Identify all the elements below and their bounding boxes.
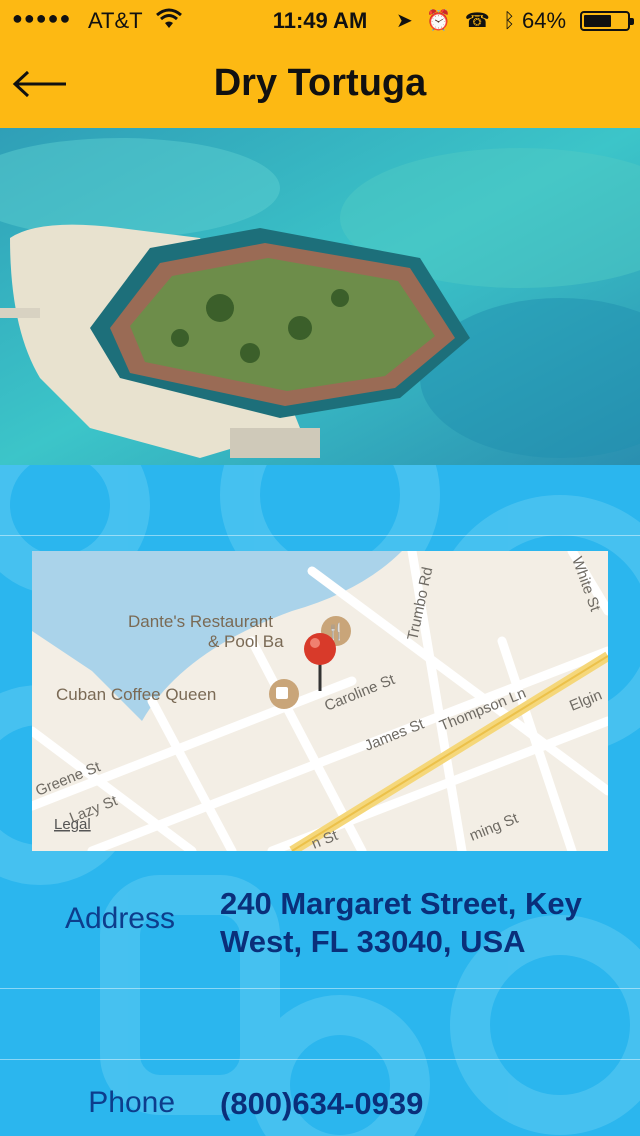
divider: [0, 988, 640, 989]
phone-value[interactable]: (800)634-0939: [220, 1085, 423, 1123]
details-panel: Caroline St James St Thompson Ln Trumbo …: [0, 465, 640, 1136]
address-label: Address: [64, 902, 175, 935]
divider: [0, 1059, 640, 1060]
tty-icon: ☎: [464, 10, 490, 32]
hero-photo-fort: [0, 128, 640, 465]
nav-header: ●●●●● AT&T 11:49 AM ➤ ⏰ ☎ ᛒ 64% Dry Tort…: [0, 0, 640, 128]
poi-label-cuban-coffee: Cuban Coffee Queen: [56, 685, 216, 704]
status-bar: ●●●●● AT&T 11:49 AM ➤ ⏰ ☎ ᛒ 64%: [0, 0, 640, 40]
battery-percent: 64%: [522, 8, 567, 33]
bluetooth-icon: ᛒ: [503, 10, 516, 32]
alarm-icon: ⏰: [426, 10, 452, 32]
poi-label-dantes-2: & Pool Ba: [208, 632, 284, 651]
phone-label: Phone: [88, 1086, 175, 1119]
address-line-2: West, FL 33040, USA: [220, 924, 526, 959]
page-title: Dry Tortuga: [213, 62, 427, 104]
location-map[interactable]: Caroline St James St Thompson Ln Trumbo …: [32, 551, 608, 851]
address-line-1: 240 Margaret Street, Key: [220, 886, 582, 921]
battery-level: [584, 15, 611, 27]
coffee-icon[interactable]: [269, 679, 299, 709]
poi-label-dantes: Dante's Restaurant: [128, 612, 273, 631]
map-legal-link[interactable]: Legal: [54, 816, 91, 833]
location-arrow-icon: ➤: [396, 10, 413, 32]
address-value[interactable]: 240 Margaret Street, Key West, FL 33040,…: [220, 885, 582, 961]
battery-icon: [580, 11, 634, 31]
divider: [0, 535, 640, 536]
status-icons: ➤ ⏰ ☎ ᛒ: [396, 8, 515, 33]
